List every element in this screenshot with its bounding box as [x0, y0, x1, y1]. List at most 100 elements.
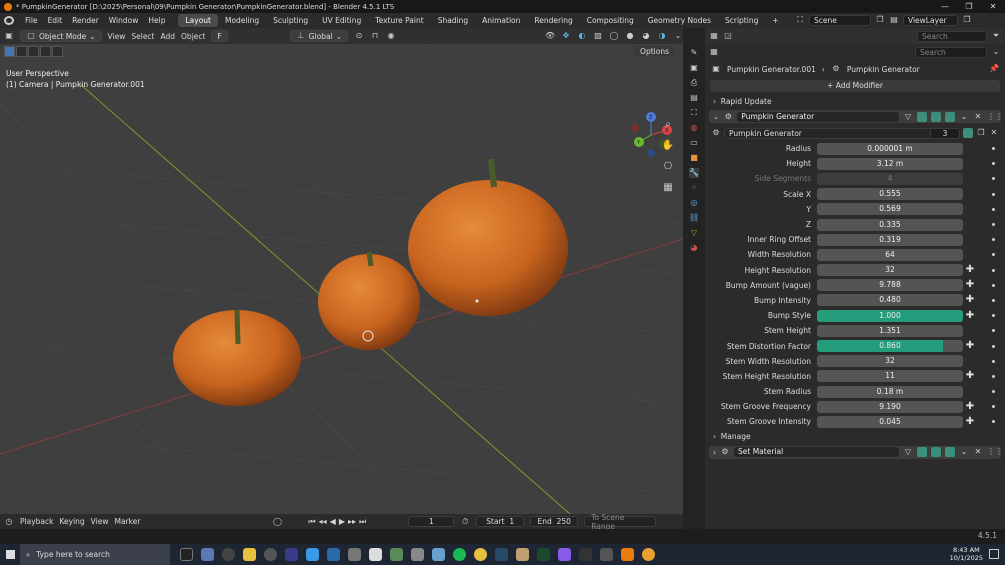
chevron-down-icon[interactable]: ⌄ — [713, 112, 719, 121]
steam-app-icon[interactable] — [495, 548, 508, 561]
field-value-input[interactable]: 0.860 — [817, 340, 963, 353]
show-in-viewport-toggle[interactable] — [931, 111, 941, 122]
windows-start-button[interactable] — [0, 544, 20, 565]
tab-animation[interactable]: Animation — [475, 14, 527, 27]
collection-tab-icon[interactable]: ▭ — [689, 138, 699, 148]
show-in-editmode-toggle[interactable] — [917, 447, 927, 458]
show-in-render-toggle[interactable] — [945, 447, 955, 458]
app-icon[interactable] — [579, 548, 592, 561]
delete-modifier-icon[interactable]: ✕ — [973, 447, 983, 457]
mode-dropdown[interactable]: ▢ Object Mode ⌄ — [20, 30, 102, 42]
shading-options-icon[interactable]: ⌄ — [673, 31, 683, 41]
chevron-down-icon[interactable]: ⌄ — [959, 112, 969, 122]
show-in-editmode-toggle[interactable] — [917, 111, 927, 122]
field-value-input[interactable]: 9.190 — [817, 400, 963, 413]
jump-start-icon[interactable]: ⏮ — [308, 517, 315, 527]
keyframe-dot-icon[interactable] — [992, 238, 995, 242]
rapid-update-panel[interactable]: › Rapid Update — [705, 94, 1005, 108]
shading-rendered-icon[interactable]: ◑ — [657, 31, 667, 41]
tab-sculpting[interactable]: Sculpting — [266, 14, 315, 27]
app-icon[interactable] — [516, 548, 529, 561]
keyframe-dot-icon[interactable] — [992, 162, 995, 166]
drag-handle-icon[interactable]: ⋮⋮ — [987, 112, 1003, 122]
edit-mode-icon[interactable]: ▽ — [903, 112, 913, 122]
file-explorer-app-icon[interactable] — [243, 548, 256, 561]
app-icon[interactable] — [432, 548, 445, 561]
keyframe-dot-icon[interactable] — [992, 207, 995, 211]
world-tab-icon[interactable]: ◍ — [689, 123, 699, 133]
overlay-toggle-icon[interactable]: ◐ — [577, 31, 587, 41]
physics-tab-icon[interactable]: ◎ — [689, 198, 699, 208]
unity-app-icon[interactable] — [348, 548, 361, 561]
keyframe-dot-icon[interactable] — [992, 147, 995, 151]
delete-modifier-icon[interactable]: ✕ — [973, 112, 983, 122]
record-icon[interactable]: ◯ — [272, 517, 282, 527]
tab-texture-paint[interactable]: Texture Paint — [368, 14, 430, 27]
scene-icon[interactable]: ⛶ — [795, 15, 805, 25]
play-icon[interactable]: ▶ — [339, 517, 345, 527]
spotify-app-icon[interactable] — [453, 548, 466, 561]
chrome-active-app-icon[interactable] — [642, 548, 655, 561]
field-value-input[interactable]: 0.569 — [817, 203, 963, 216]
keyframe-dot-icon[interactable] — [992, 314, 995, 318]
proportional-edit-icon[interactable]: ◉ — [386, 31, 396, 41]
pumpkin-large[interactable] — [408, 158, 568, 316]
output-tab-icon[interactable]: ⎙ — [689, 78, 699, 88]
photos-app-icon[interactable] — [327, 548, 340, 561]
menu-render[interactable]: Render — [67, 16, 104, 25]
node-group-name-field[interactable]: Pumpkin Generator — [724, 127, 957, 139]
transform-orientation-dropdown[interactable]: ⊥ Global ⌄ — [289, 30, 349, 42]
keyframe-dot-icon[interactable] — [992, 405, 995, 409]
blender-app-icon[interactable] — [621, 548, 634, 561]
field-value-input[interactable]: 0.18 m — [817, 385, 963, 398]
select-extend-icon[interactable] — [28, 46, 39, 57]
menu-view[interactable]: View — [108, 32, 126, 41]
visual-studio-app-icon[interactable] — [285, 548, 298, 561]
scene-selector[interactable]: Scene — [809, 14, 871, 26]
shading-material-icon[interactable]: ◕ — [641, 31, 651, 41]
keyframe-dot-icon[interactable] — [992, 283, 995, 287]
drag-handle-icon[interactable]: ⋮⋮ — [987, 447, 1003, 457]
blender-menu-icon[interactable] — [4, 16, 14, 25]
attribute-toggle-icon[interactable]: ✚ — [965, 401, 975, 412]
keyframe-dot-icon[interactable] — [992, 374, 995, 378]
select-invert-icon[interactable] — [52, 46, 63, 57]
properties-search-input[interactable]: Search — [915, 46, 987, 58]
menu-select[interactable]: Select — [131, 32, 154, 41]
menu-object[interactable]: Object — [181, 32, 205, 41]
minimize-button[interactable]: — — [933, 0, 957, 13]
gizmo-toggle-icon[interactable]: ✥ — [561, 31, 571, 41]
field-value-input[interactable]: 9.788 — [817, 279, 963, 292]
prev-keyframe-icon[interactable]: ◂◂ — [319, 517, 327, 527]
material-tab-icon[interactable]: ◕ — [689, 243, 699, 253]
end-frame-field[interactable]: End 250 — [530, 516, 579, 527]
add-workspace-button[interactable]: + — [765, 14, 785, 27]
field-value-input[interactable]: 32 — [817, 264, 963, 277]
node-tree-icon[interactable]: ⚙ — [711, 128, 721, 138]
tab-geometry-nodes[interactable]: Geometry Nodes — [641, 14, 718, 27]
app-icon[interactable] — [537, 548, 550, 561]
new-view-layer-icon[interactable]: ❐ — [962, 15, 972, 25]
menu-edit[interactable]: Edit — [43, 16, 68, 25]
store-app-icon[interactable] — [306, 548, 319, 561]
keyframe-dot-icon[interactable] — [992, 344, 995, 348]
select-subtract-icon[interactable] — [40, 46, 51, 57]
scene-tab-icon[interactable]: ⛶ — [689, 108, 699, 118]
object-tab-icon[interactable]: ■ — [689, 153, 699, 163]
modifier-name-field[interactable]: Pumpkin Generator — [737, 111, 899, 122]
attribute-toggle-icon[interactable]: ✚ — [965, 265, 975, 275]
edit-mode-icon[interactable]: ▽ — [903, 447, 913, 457]
keyframe-dot-icon[interactable] — [992, 177, 995, 181]
menu-file[interactable]: File — [20, 16, 43, 25]
tab-shading[interactable]: Shading — [431, 14, 475, 27]
attribute-toggle-icon[interactable]: ✚ — [965, 371, 975, 381]
menu-playback[interactable]: Playback — [20, 517, 53, 526]
taskbar-search-input[interactable]: ⌕ Type here to search — [20, 544, 170, 565]
keyframe-dot-icon[interactable] — [992, 390, 995, 394]
field-value-input[interactable]: 0.045 — [817, 415, 963, 428]
field-value-input[interactable]: 32 — [817, 355, 963, 368]
field-value-input[interactable]: 0.480 — [817, 294, 963, 307]
data-tab-icon[interactable]: ▽ — [689, 228, 699, 238]
shading-wireframe-icon[interactable]: ◯ — [609, 31, 619, 41]
view-layer-tab-icon[interactable]: ▤ — [689, 93, 699, 103]
